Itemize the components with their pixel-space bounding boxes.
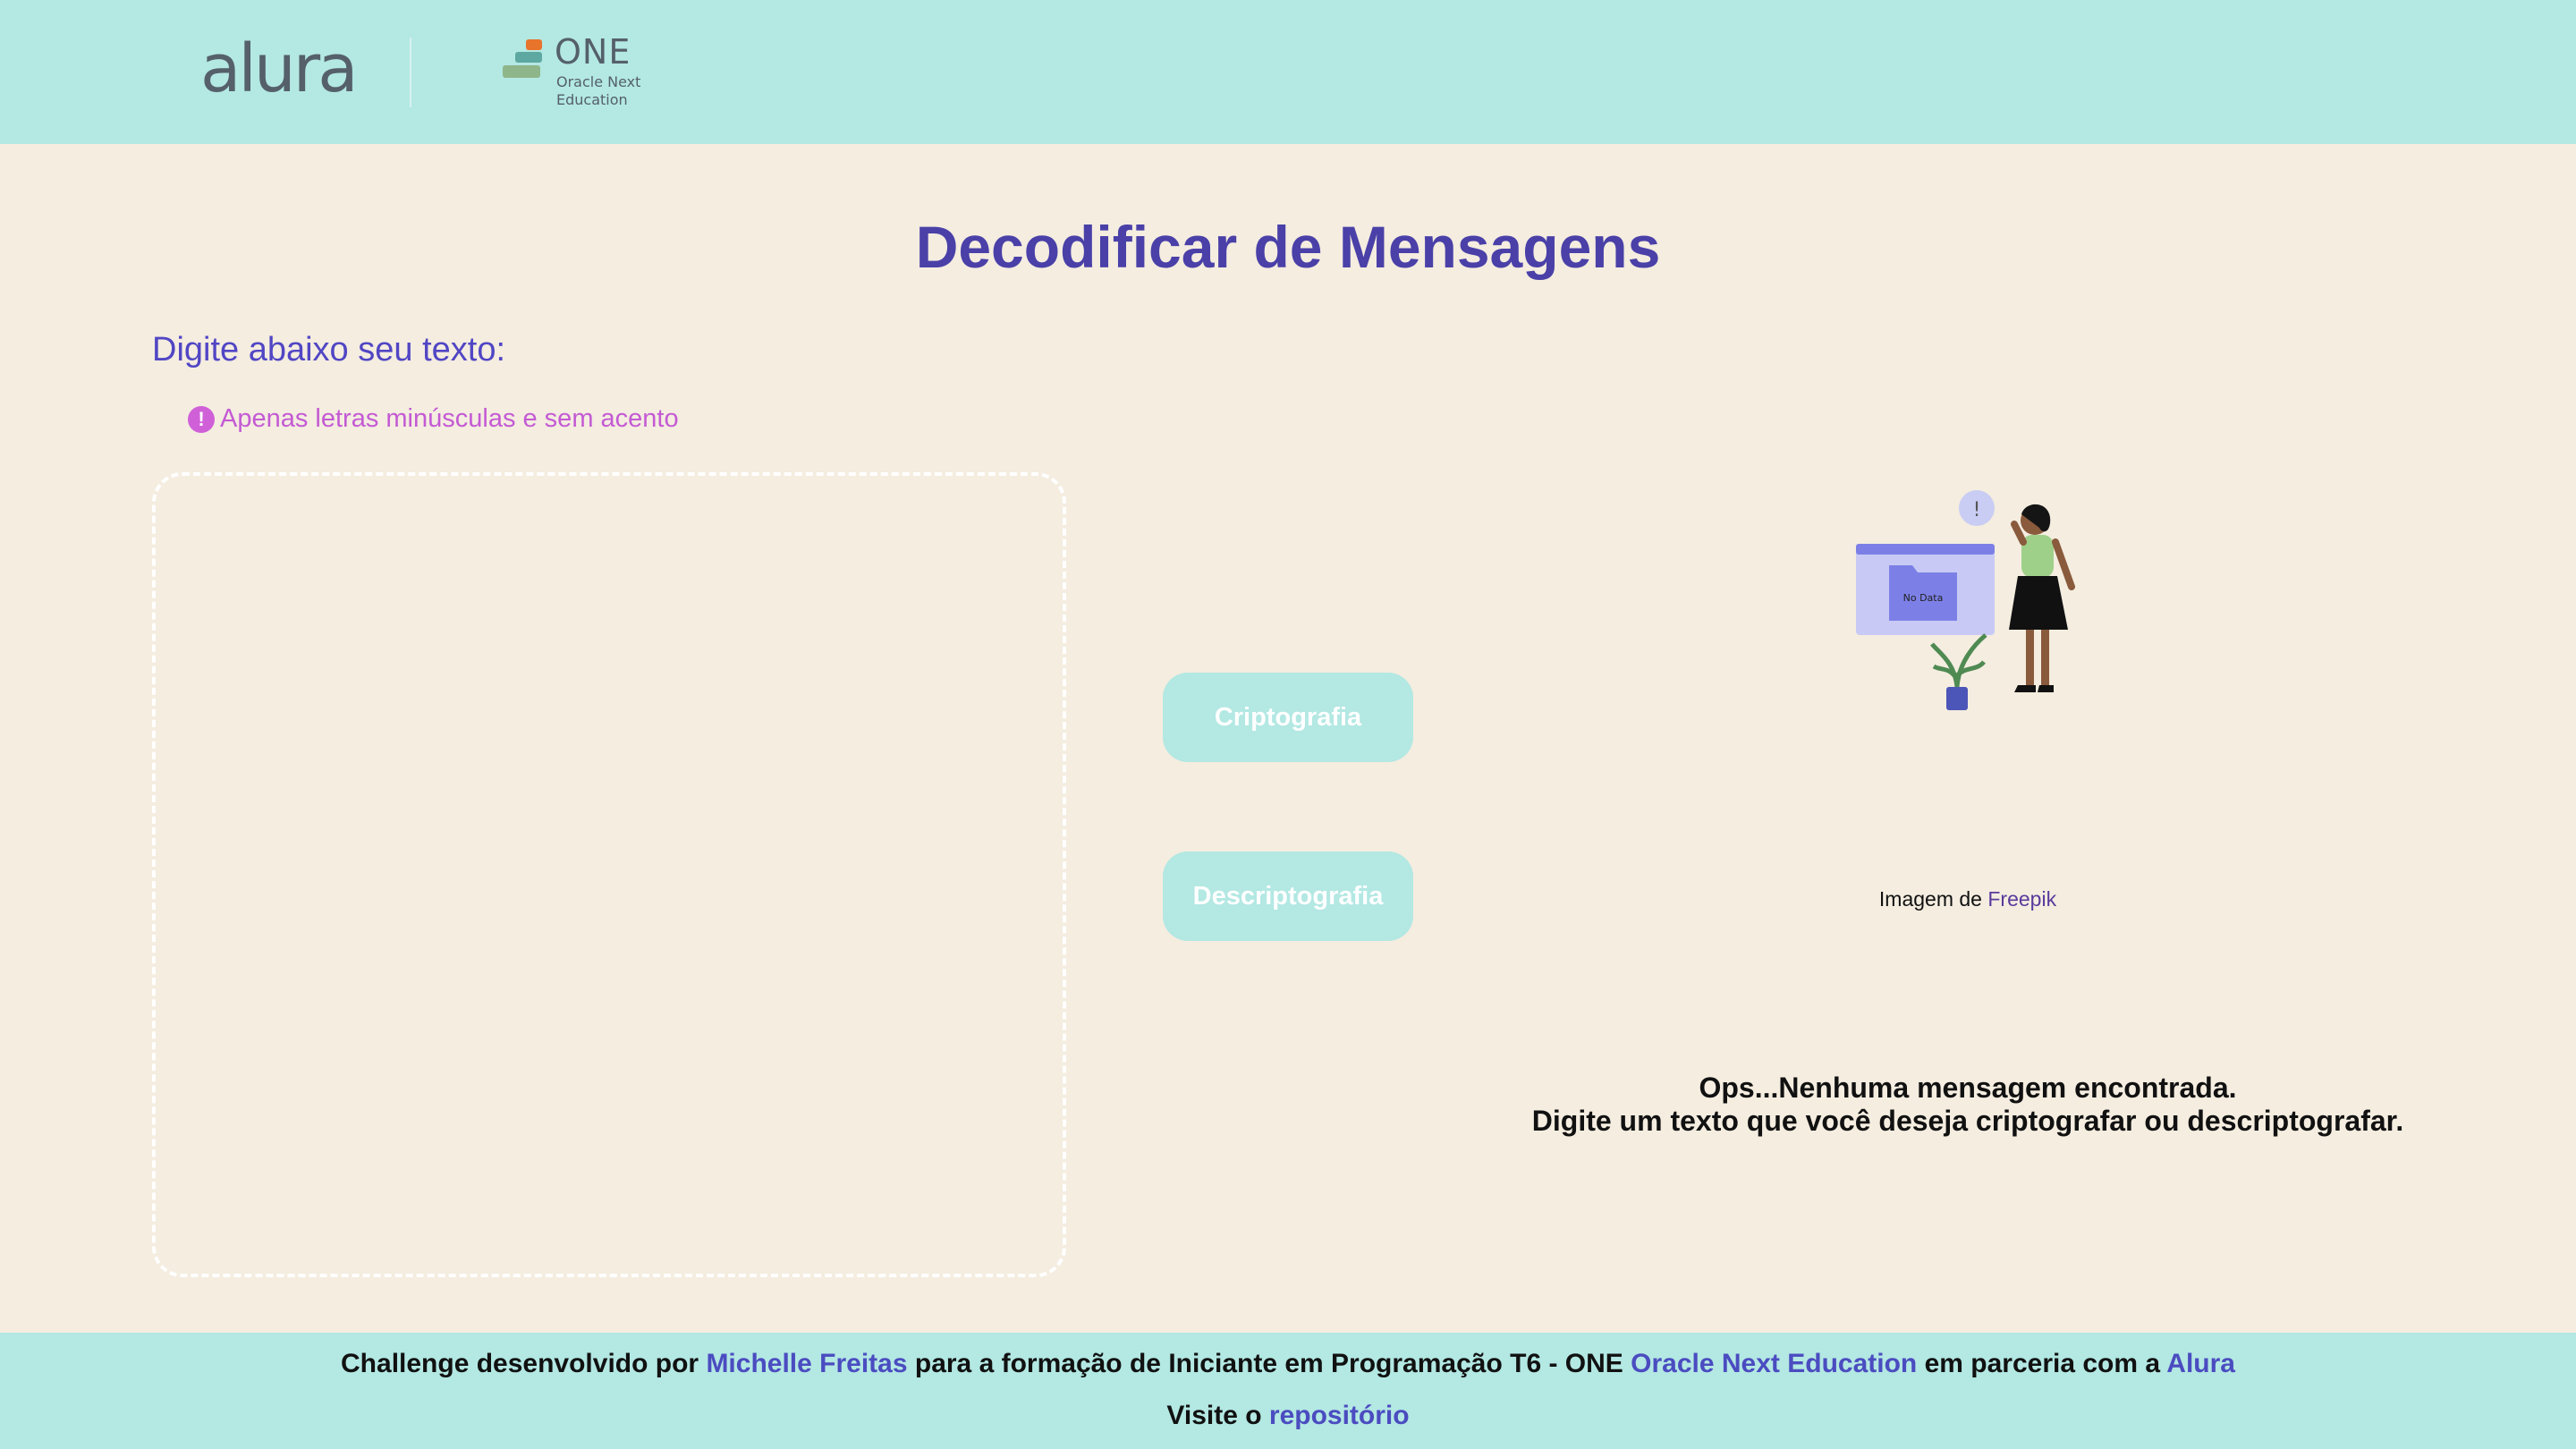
repository-link[interactable]: repositório	[1269, 1401, 1410, 1430]
illustration-label: No Data	[1903, 592, 1944, 604]
encrypt-button[interactable]: Criptografia	[1163, 673, 1413, 762]
one-logo-sub-line1: Oracle Next	[556, 73, 641, 90]
exclamation-icon: !	[188, 405, 215, 433]
hint-text: ! Apenas letras minúsculas e sem acento	[188, 404, 679, 434]
hint-label: Apenas letras minúsculas e sem acento	[220, 404, 679, 433]
empty-message: Ops...Nenhuma mensagem encontrada. Digit…	[1476, 1072, 2460, 1138]
one-logo-title: ONE	[555, 32, 631, 72]
alura-logo[interactable]: alura	[200, 30, 359, 107]
header-bar: alura ONE Oracle Next Education	[0, 0, 2576, 144]
decrypt-button[interactable]: Descriptografia	[1163, 852, 1413, 941]
one-logo-sub-line2: Education	[556, 91, 628, 108]
credit-prefix: Imagem de	[1878, 887, 1982, 911]
header-divider	[410, 38, 411, 107]
freepik-link[interactable]: Freepik	[1987, 887, 2056, 911]
message-textarea[interactable]	[152, 472, 1066, 1277]
footer: Challenge desenvolvido por Michelle Frei…	[0, 1333, 2576, 1449]
footer-visit-text: Visite o	[1166, 1401, 1269, 1430]
footer-credits: Challenge desenvolvido por Michelle Frei…	[0, 1349, 2576, 1379]
no-data-illustration: ! No Data	[1856, 490, 2075, 710]
oracle-next-education-link[interactable]: Oracle Next Education	[1631, 1349, 1917, 1378]
footer-text-3: em parceria com a	[1917, 1349, 2167, 1378]
empty-message-line2: Digite um texto que você deseja criptogr…	[1531, 1105, 2404, 1137]
alura-link[interactable]: Alura	[2166, 1349, 2235, 1378]
footer-text-1: Challenge desenvolvido por	[341, 1349, 707, 1378]
image-credit: Imagem de Freepik	[1789, 887, 2147, 911]
empty-message-line1: Ops...Nenhuma mensagem encontrada.	[1699, 1072, 2237, 1104]
footer-text-2: para a formação de Iniciante em Programa…	[907, 1349, 1631, 1378]
page-title: Decodificar de Mensagens	[915, 214, 1661, 280]
author-link[interactable]: Michelle Freitas	[706, 1349, 907, 1378]
one-logo-subtitle: Oracle Next Education	[556, 73, 640, 109]
footer-repo-line: Visite o repositório	[0, 1401, 2576, 1431]
input-label: Digite abaixo seu texto:	[152, 331, 506, 369]
svg-text:!: !	[1973, 499, 1981, 521]
